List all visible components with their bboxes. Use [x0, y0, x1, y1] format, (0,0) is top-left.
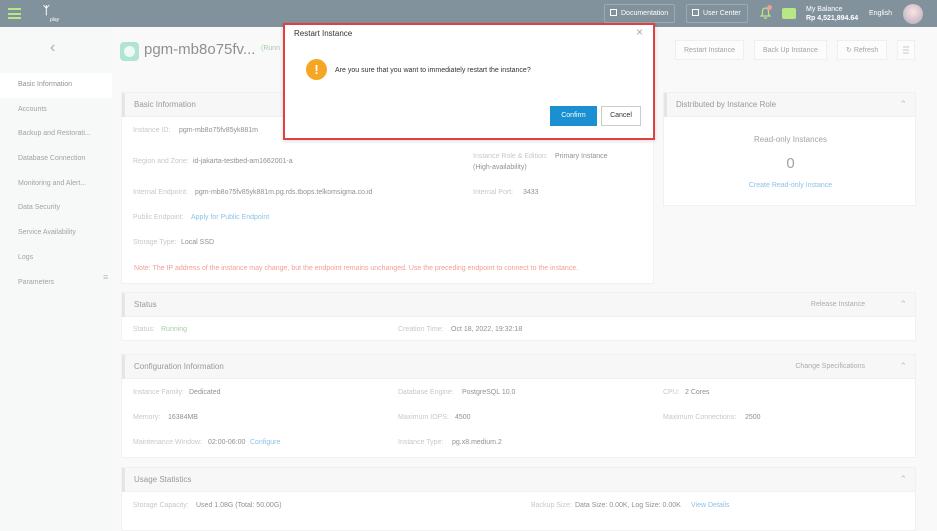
confirm-button[interactable]: Confirm	[550, 106, 597, 126]
dialog-message: Are you sure that you want to immediatel…	[335, 67, 531, 74]
warning-icon: !	[306, 59, 327, 80]
dialog-title: Restart Instance	[294, 29, 353, 38]
close-icon[interactable]: ×	[636, 25, 643, 39]
restart-instance-dialog: Restart Instance × ! Are you sure that y…	[283, 23, 655, 140]
cancel-button[interactable]: Cancel	[601, 106, 641, 126]
